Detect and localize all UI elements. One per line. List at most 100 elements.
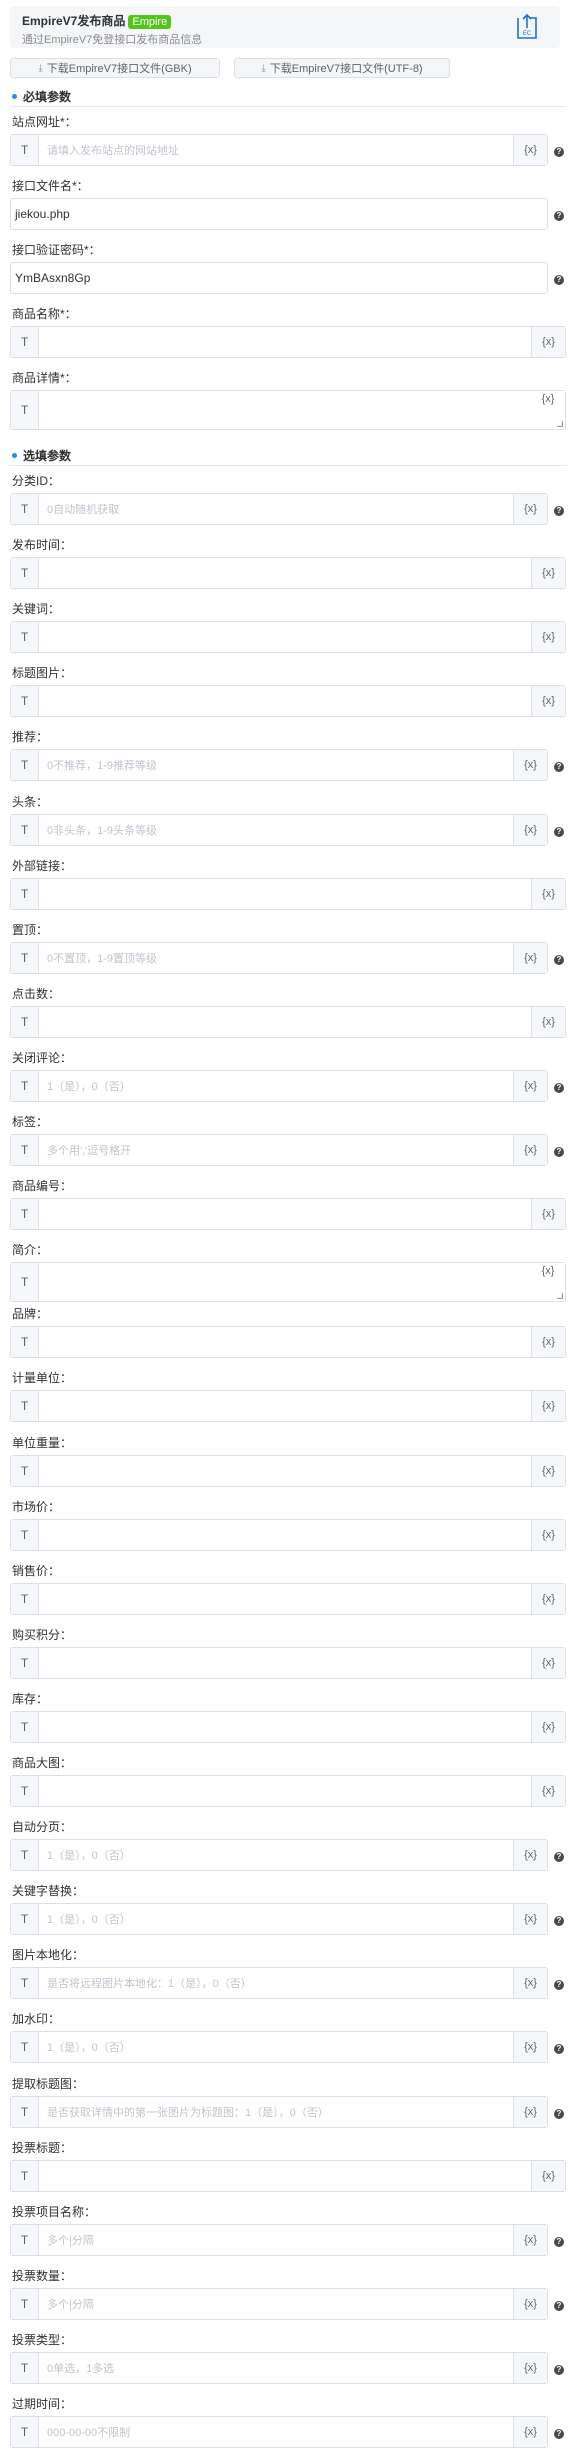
text-type-button[interactable]: T bbox=[11, 1648, 39, 1678]
insert-variable-button[interactable]: {x} bbox=[531, 558, 565, 588]
help-icon[interactable]: ? bbox=[554, 1083, 564, 1093]
insert-variable-button[interactable]: {x} bbox=[513, 1968, 547, 1998]
optional-0-input[interactable]: T 0自动随机获取 {x} bbox=[10, 493, 548, 525]
help-icon[interactable]: ? bbox=[554, 1916, 564, 1926]
optional-10-placeholder[interactable]: 多个用','逗号格开 bbox=[39, 1135, 513, 1165]
insert-variable-button[interactable]: {x} bbox=[513, 815, 547, 845]
insert-variable-button[interactable]: {x} bbox=[531, 1327, 565, 1357]
optional-24-input[interactable]: T 1（是），0（否） {x} bbox=[10, 2031, 548, 2063]
required-2-value[interactable]: YmBAsxn8Gp bbox=[11, 263, 547, 293]
optional-17-input[interactable]: T {x} bbox=[10, 1583, 566, 1615]
text-type-button[interactable]: T bbox=[11, 494, 39, 524]
optional-29-input[interactable]: T 0单选，1多选 {x} bbox=[10, 2352, 548, 2384]
insert-variable-button[interactable]: {x} bbox=[513, 494, 547, 524]
optional-10-input[interactable]: T 多个用','逗号格开 {x} bbox=[10, 1134, 548, 1166]
insert-variable-button[interactable]: {x} bbox=[531, 1520, 565, 1550]
optional-9-placeholder[interactable]: 1（是），0（否） bbox=[39, 1071, 513, 1101]
optional-17-placeholder[interactable] bbox=[39, 1584, 531, 1614]
text-type-button[interactable]: T bbox=[11, 2161, 39, 2191]
optional-21-input[interactable]: T 1（是），0（否） {x} bbox=[10, 1839, 548, 1871]
insert-variable-button[interactable]: {x} bbox=[531, 1648, 565, 1678]
help-icon[interactable]: ? bbox=[554, 955, 564, 965]
text-type-button[interactable]: T bbox=[11, 1904, 39, 1934]
required-4-placeholder[interactable] bbox=[39, 391, 531, 429]
help-icon[interactable]: ? bbox=[554, 211, 564, 221]
optional-27-placeholder[interactable]: 多个|分隔 bbox=[39, 2225, 513, 2255]
help-icon[interactable]: ? bbox=[554, 2429, 564, 2439]
optional-3-input[interactable]: T {x} bbox=[10, 685, 566, 717]
required-3-placeholder[interactable] bbox=[39, 327, 531, 357]
optional-18-placeholder[interactable] bbox=[39, 1648, 531, 1678]
optional-22-placeholder[interactable]: 1（是），0（否） bbox=[39, 1904, 513, 1934]
help-icon[interactable]: ? bbox=[554, 827, 564, 837]
optional-2-input[interactable]: T {x} bbox=[10, 621, 566, 653]
optional-13-placeholder[interactable] bbox=[39, 1327, 531, 1357]
insert-variable-button[interactable]: {x} bbox=[513, 1071, 547, 1101]
optional-30-placeholder[interactable]: 000-00-00不限制 bbox=[39, 2417, 513, 2447]
optional-12-placeholder[interactable] bbox=[39, 1263, 531, 1301]
resize-handle-icon[interactable] bbox=[557, 421, 563, 427]
optional-29-placeholder[interactable]: 0单选，1多选 bbox=[39, 2353, 513, 2383]
help-icon[interactable]: ? bbox=[554, 2044, 564, 2054]
required-1-value[interactable]: jiekou.php bbox=[11, 199, 547, 229]
text-type-button[interactable]: T bbox=[11, 1199, 39, 1229]
text-type-button[interactable]: T bbox=[11, 558, 39, 588]
optional-6-placeholder[interactable] bbox=[39, 879, 531, 909]
optional-11-input[interactable]: T {x} bbox=[10, 1198, 566, 1230]
optional-0-placeholder[interactable]: 0自动随机获取 bbox=[39, 494, 513, 524]
text-type-button[interactable]: T bbox=[11, 1712, 39, 1742]
optional-6-input[interactable]: T {x} bbox=[10, 878, 566, 910]
insert-variable-button[interactable]: {x} bbox=[513, 2417, 547, 2447]
optional-11-placeholder[interactable] bbox=[39, 1199, 531, 1229]
insert-variable-button[interactable]: {x} bbox=[531, 1584, 565, 1614]
optional-27-input[interactable]: T 多个|分隔 {x} bbox=[10, 2224, 548, 2256]
text-type-button[interactable]: T bbox=[11, 815, 39, 845]
required-3-input[interactable]: T {x} bbox=[10, 326, 566, 358]
text-type-button[interactable]: T bbox=[11, 2032, 39, 2062]
optional-20-input[interactable]: T {x} bbox=[10, 1775, 566, 1807]
optional-14-placeholder[interactable] bbox=[39, 1391, 531, 1421]
optional-28-placeholder[interactable]: 多个|分隔 bbox=[39, 2289, 513, 2319]
help-icon[interactable]: ? bbox=[554, 1980, 564, 1990]
text-type-button[interactable]: T bbox=[11, 2225, 39, 2255]
help-icon[interactable]: ? bbox=[554, 275, 564, 285]
text-type-button[interactable]: T bbox=[11, 1263, 39, 1301]
insert-variable-button[interactable]: {x} bbox=[531, 686, 565, 716]
insert-variable-button[interactable]: {x} bbox=[531, 2161, 565, 2191]
optional-15-input[interactable]: T {x} bbox=[10, 1455, 566, 1487]
download-utf8-button[interactable]: ⤓ 下载EmpireV7接口文件(UTF-8) bbox=[234, 58, 450, 78]
optional-25-placeholder[interactable]: 是否获取详情中的第一张图片为标题图：1（是），0（否） bbox=[39, 2097, 513, 2127]
text-type-button[interactable]: T bbox=[11, 1456, 39, 1486]
optional-3-placeholder[interactable] bbox=[39, 686, 531, 716]
text-type-button[interactable]: T bbox=[11, 1135, 39, 1165]
optional-7-input[interactable]: T 0不置顶，1-9置顶等级 {x} bbox=[10, 942, 548, 974]
text-type-button[interactable]: T bbox=[11, 750, 39, 780]
insert-variable-button[interactable]: {x} bbox=[513, 2032, 547, 2062]
insert-variable-button[interactable]: {x} bbox=[513, 135, 547, 165]
insert-variable-button[interactable]: {x} bbox=[531, 622, 565, 652]
optional-15-placeholder[interactable] bbox=[39, 1456, 531, 1486]
optional-7-placeholder[interactable]: 0不置顶，1-9置顶等级 bbox=[39, 943, 513, 973]
optional-21-placeholder[interactable]: 1（是），0（否） bbox=[39, 1840, 513, 1870]
insert-variable-button[interactable]: {x} bbox=[531, 1391, 565, 1421]
optional-5-input[interactable]: T 0非头条，1-9头条等级 {x} bbox=[10, 814, 548, 846]
text-type-button[interactable]: T bbox=[11, 1584, 39, 1614]
optional-30-input[interactable]: T 000-00-00不限制 {x} bbox=[10, 2416, 548, 2448]
optional-5-placeholder[interactable]: 0非头条，1-9头条等级 bbox=[39, 815, 513, 845]
text-type-button[interactable]: T bbox=[11, 2417, 39, 2447]
help-icon[interactable]: ? bbox=[554, 2365, 564, 2375]
text-type-button[interactable]: T bbox=[11, 1840, 39, 1870]
required-2-input[interactable]: YmBAsxn8Gp bbox=[10, 262, 548, 294]
insert-variable-button[interactable]: {x} bbox=[531, 327, 565, 357]
text-type-button[interactable]: T bbox=[11, 135, 39, 165]
insert-variable-button[interactable]: {x} bbox=[513, 2097, 547, 2127]
text-type-button[interactable]: T bbox=[11, 1327, 39, 1357]
insert-variable-button[interactable]: {x} bbox=[513, 2225, 547, 2255]
insert-variable-button[interactable]: {x} bbox=[513, 943, 547, 973]
optional-12-input[interactable]: T {x} bbox=[10, 1262, 566, 1302]
help-icon[interactable]: ? bbox=[554, 2301, 564, 2311]
optional-8-input[interactable]: T {x} bbox=[10, 1006, 566, 1038]
text-type-button[interactable]: T bbox=[11, 2097, 39, 2127]
optional-25-input[interactable]: T 是否获取详情中的第一张图片为标题图：1（是），0（否） {x} bbox=[10, 2096, 548, 2128]
insert-variable-button[interactable]: {x} bbox=[531, 1776, 565, 1806]
